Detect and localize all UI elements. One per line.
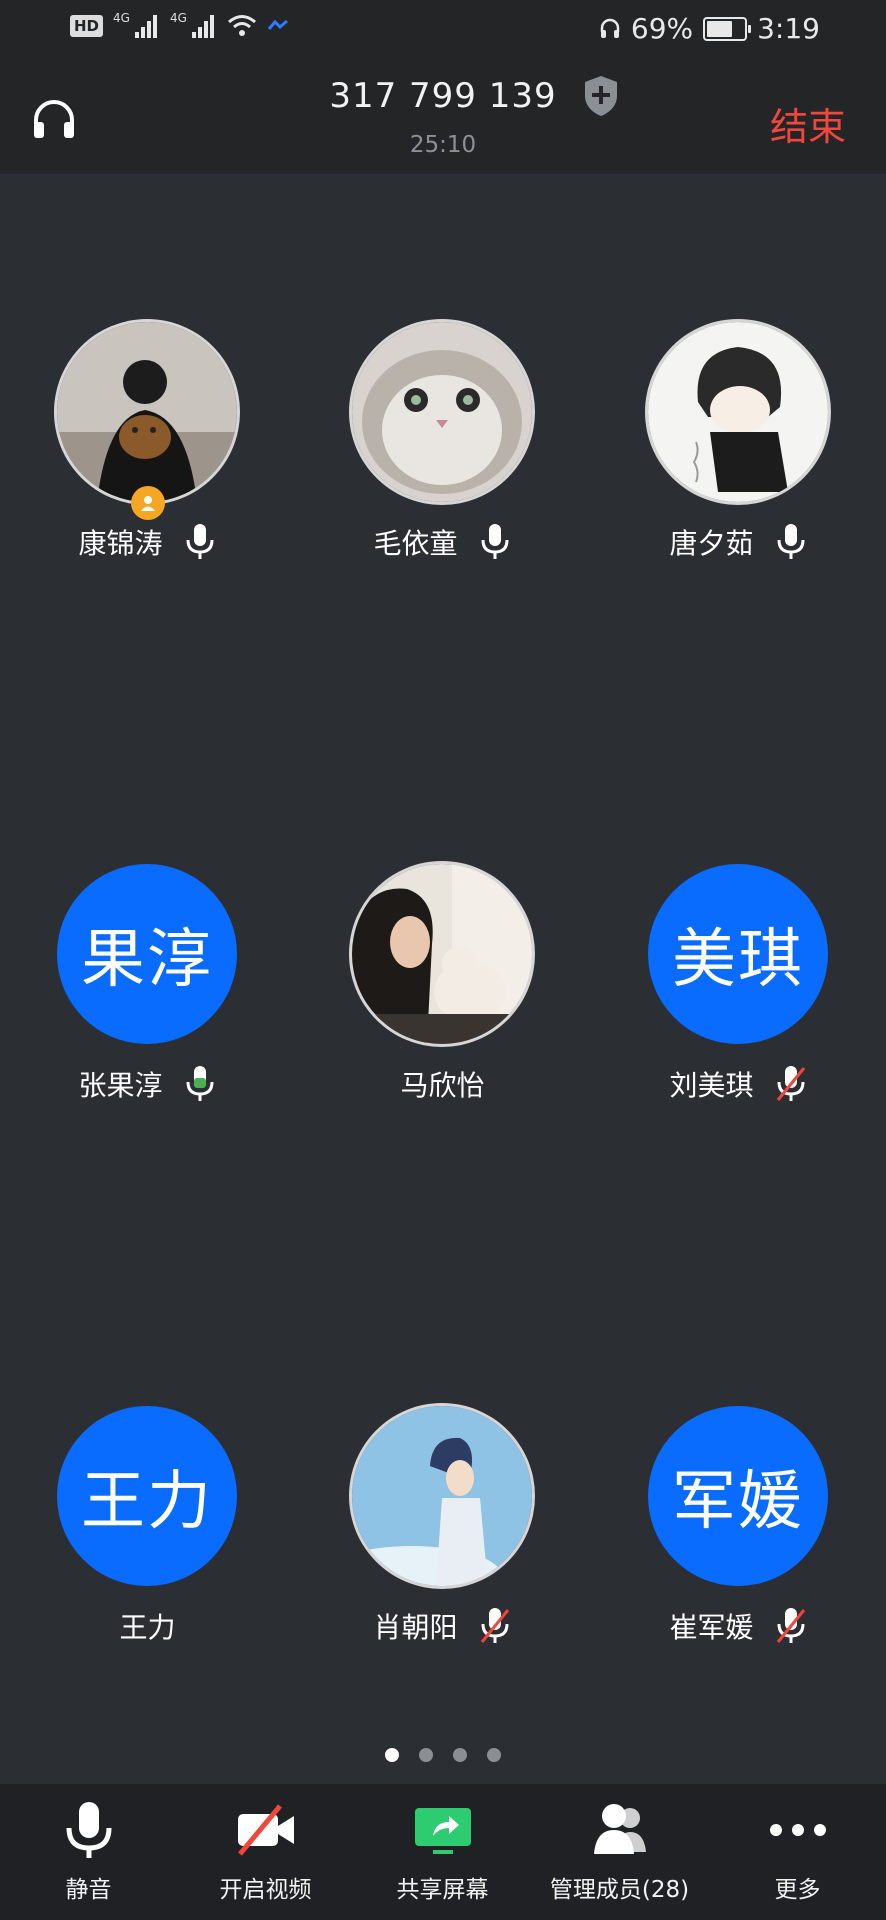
participant-tile[interactable]: 美琪 刘美琪 [591,864,886,1164]
members-icon [593,1804,646,1854]
participant-tile[interactable]: 王力 王力 [0,1406,295,1706]
meeting-duration: 25:10 [409,132,477,158]
microphone-muted-icon [776,1066,805,1101]
participant-tile[interactable]: 军媛 崔军媛 [591,1406,886,1706]
signal-icon [191,15,214,38]
manage-members-button[interactable]: 管理成员(28) [531,1784,708,1920]
participant-avatar-initials: 美琪 [648,864,828,1044]
video-off-icon [237,1804,294,1856]
microphone-icon [777,524,804,559]
microphone-speaking-icon [186,1066,213,1101]
participant-name-row: 肖朝阳 [295,1606,590,1646]
participant-name-row: 马欣怡 [295,1064,590,1104]
hd-badge: HD [70,15,104,37]
page-dot[interactable] [453,1748,467,1762]
network-label: 4G [169,11,187,25]
participant-name-row: 刘美琪 [591,1064,886,1104]
microphone-icon [186,524,213,559]
mute-label: 静音 [65,1877,112,1903]
participant-name-row: 王力 [0,1606,295,1646]
signal-icon [134,15,157,38]
participant-name-row: 毛依童 [295,522,590,562]
participant-avatar-photo [352,864,532,1044]
meeting-id: 317 799 139 [329,76,557,116]
network-label: 4G [113,11,130,25]
page-dot[interactable] [385,1748,399,1762]
participant-grid: 康锦涛 毛依童 唐夕茹 果淳 张果淳 马欣怡 美琪 刘美琪 王力 王力 肖朝阳 … [0,174,886,1754]
participant-name: 崔军媛 [669,1611,754,1644]
participant-name: 康锦涛 [78,527,163,560]
headset-status-icon [600,18,620,38]
clock: 3:19 [757,12,820,45]
data-sync-icon [267,19,288,30]
participant-name-row: 唐夕茹 [591,522,886,562]
participant-avatar-initials: 王力 [57,1406,237,1586]
microphone-muted-icon [480,1608,509,1643]
status-icons-left: HD 4G 4G [70,11,289,38]
battery-fill [707,20,732,37]
participant-avatar-photo [57,322,237,502]
meeting-id-container: 317 799 139 [0,76,886,116]
status-icons-right: 69% 3:19 [599,12,820,45]
page-dot[interactable] [419,1748,433,1762]
participant-name-row: 康锦涛 [0,522,295,562]
microphone-icon [481,524,508,559]
page-indicator [0,1748,886,1762]
participant-tile[interactable]: 果淳 张果淳 [0,864,295,1164]
participant-tile[interactable]: 毛依童 [295,322,590,622]
host-badge-icon [131,486,165,520]
participant-name: 王力 [119,1611,176,1644]
manage-members-label: 管理成员(28) [549,1877,690,1903]
start-video-label: 开启视频 [219,1877,312,1903]
more-button[interactable]: 更多 [709,1784,886,1920]
shield-plus-icon[interactable] [581,74,621,118]
participant-name: 张果淳 [78,1069,163,1102]
meeting-toolbar: 静音 开启视频 共享屏幕 管理成员(28) 更多 [0,1784,886,1920]
participant-tile[interactable]: 马欣怡 [295,864,590,1164]
more-label: 更多 [774,1877,821,1903]
battery-icon [703,16,752,41]
participant-name-row: 张果淳 [0,1064,295,1104]
end-meeting-button[interactable]: 结束 [770,96,846,151]
participant-tile[interactable]: 康锦涛 [0,322,295,622]
participant-tile[interactable]: 肖朝阳 [295,1406,590,1706]
mute-button[interactable]: 静音 [0,1784,177,1920]
participant-name: 刘美琪 [669,1069,754,1102]
participant-tile[interactable]: 唐夕茹 [591,322,886,622]
microphone-icon [66,1802,111,1858]
microphone-muted-icon [776,1608,805,1643]
page-dot[interactable] [487,1748,501,1762]
share-screen-label: 共享屏幕 [396,1877,489,1903]
participant-avatar-initials: 军媛 [648,1406,828,1586]
start-video-button[interactable]: 开启视频 [177,1784,354,1920]
share-screen-icon [414,1808,471,1854]
meeting-header: 317 799 139 25:10 结束 [0,66,886,174]
participant-name-row: 崔军媛 [591,1606,886,1646]
more-dots-icon [769,1824,826,1836]
participant-avatar-photo [352,322,532,502]
participant-name: 唐夕茹 [669,527,754,560]
participant-name: 肖朝阳 [373,1611,458,1644]
status-bar: HD 4G 4G 69% 3:19 [0,0,886,66]
wifi-icon [227,15,256,36]
participant-avatar-photo [648,322,828,502]
share-screen-button[interactable]: 共享屏幕 [354,1784,531,1920]
participant-name: 马欣怡 [400,1069,485,1102]
participant-avatar-photo [352,1406,532,1586]
battery-percent: 69% [630,12,694,45]
participant-avatar-initials: 果淳 [57,864,237,1044]
participant-name: 毛依童 [373,527,458,560]
